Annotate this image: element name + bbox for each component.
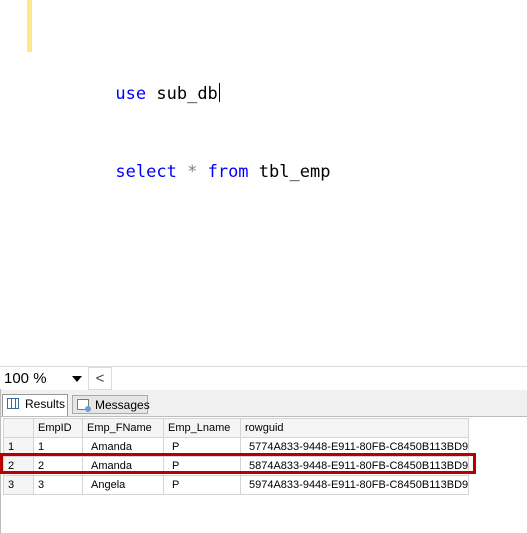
table-row[interactable]: 3 3 Angela P 5974A833-9448-E911-80FB-C84… (3, 475, 470, 495)
messages-icon (77, 399, 91, 412)
db-name: sub_db (146, 84, 218, 104)
operator-star: * (187, 162, 198, 182)
column-header-rowguid[interactable]: rowguid (239, 418, 470, 438)
changed-lines-marker (27, 0, 32, 52)
cell-empid[interactable]: 3 (33, 475, 83, 495)
code-area[interactable]: use sub_db select * from tbl_emp (54, 3, 330, 211)
grid-icon (7, 398, 19, 409)
keyword-from: from (207, 162, 249, 182)
keyword-select: select (115, 162, 177, 182)
tab-messages-label: Messages (95, 398, 150, 412)
row-number-header[interactable] (3, 418, 34, 438)
cell-emp-lname[interactable]: P (163, 475, 241, 495)
keyword-use: use (115, 84, 147, 104)
scroll-left-button[interactable]: < (88, 367, 112, 390)
tab-messages[interactable]: Messages (72, 395, 150, 414)
cell-rowguid[interactable]: 5974A833-9448-E911-80FB-C8450B113BD9 (239, 475, 470, 495)
zoom-dropdown[interactable]: 100 % (0, 367, 86, 390)
cell-emp-fname[interactable]: Angela (82, 475, 164, 495)
results-tabstrip: Results Messages (0, 390, 527, 417)
zoom-bar: 100 % < (0, 366, 527, 391)
column-header-emp-lname[interactable]: Emp_Lname (163, 418, 241, 438)
code-line-1[interactable]: use sub_db (54, 55, 330, 104)
text-caret (218, 83, 220, 102)
query-editor[interactable]: use sub_db select * from tbl_emp (0, 0, 527, 366)
chevron-down-icon[interactable] (72, 376, 82, 382)
column-header-emp-fname[interactable]: Emp_FName (82, 418, 164, 438)
grid-header-row: EmpID Emp_FName Emp_Lname rowguid (3, 418, 470, 438)
zoom-value: 100 % (4, 370, 47, 387)
row-number[interactable]: 3 (3, 475, 34, 495)
column-header-empid[interactable]: EmpID (33, 418, 83, 438)
tab-results[interactable]: Results (2, 394, 68, 416)
table-name: tbl_emp (248, 162, 331, 182)
row-highlight-box (0, 453, 476, 474)
code-line-2[interactable]: select * from tbl_emp (54, 133, 330, 182)
tab-results-label: Results (25, 397, 66, 411)
